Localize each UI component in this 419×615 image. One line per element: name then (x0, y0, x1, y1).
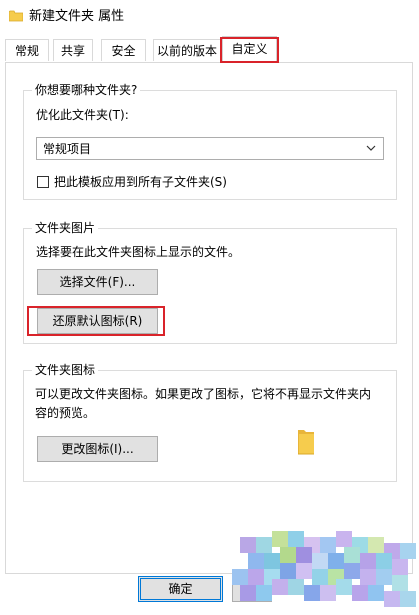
optimize-label: 优化此文件夹(T): (36, 108, 129, 122)
tab-highlight-box (220, 37, 279, 63)
window-title: 新建文件夹 属性 (29, 9, 125, 24)
folder-icon-description: 可以更改文件夹图标。如果更改了图标，它将不再显示文件夹内容的预览。 (35, 387, 372, 420)
optimize-select-value: 常规项目 (43, 142, 92, 156)
apply-subfolders-checkbox[interactable] (37, 176, 49, 188)
ok-button[interactable]: 确定 (138, 576, 223, 602)
optimize-select[interactable]: 常规项目 (36, 137, 384, 160)
tab-general[interactable]: 常规 (5, 39, 49, 61)
change-icon-button[interactable]: 更改图标(I)... (37, 436, 158, 462)
restore-highlight-box (27, 306, 165, 336)
folder-preview-icon (298, 430, 314, 455)
ok-button-label: 确定 (168, 582, 193, 596)
tab-previous-versions[interactable]: 以前的版本 (153, 39, 221, 61)
apply-subfolders-label[interactable]: 把此模板应用到所有子文件夹(S) (54, 174, 227, 190)
choose-file-button[interactable]: 选择文件(F)... (37, 269, 158, 295)
mosaic-watermark (232, 523, 419, 615)
folder-icon-group-legend: 文件夹图标 (32, 362, 99, 378)
tab-sharing[interactable]: 共享 (53, 39, 93, 61)
chevron-down-icon (366, 145, 376, 151)
optimize-group-legend: 你想要哪种文件夹? (32, 82, 141, 98)
folder-icon (9, 10, 23, 22)
folder-picture-group-legend: 文件夹图片 (32, 220, 99, 236)
folder-picture-description: 选择要在此文件夹图标上显示的文件。 (36, 245, 241, 259)
tab-strip: 常规 共享 安全 以前的版本 自定义 (0, 36, 419, 63)
title-bar: 新建文件夹 属性 (0, 0, 419, 34)
tab-security[interactable]: 安全 (101, 39, 146, 61)
